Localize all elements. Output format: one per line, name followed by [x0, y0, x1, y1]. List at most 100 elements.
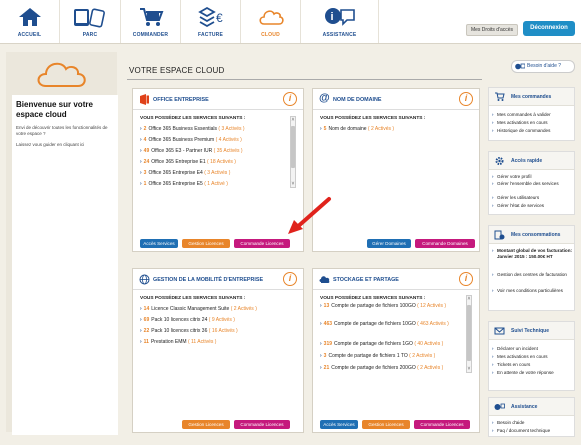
service-name: Office 365 Business Premium [148, 137, 215, 143]
globe-icon [139, 274, 150, 285]
nav-facture[interactable]: € FACTURE [181, 0, 241, 43]
sidebar-link[interactable]: Gestion des centres de facturation [492, 272, 573, 278]
block-header[interactable]: Accès rapide [489, 152, 574, 170]
service-item[interactable]: › 49 Office 365 E3 - Partner IUR ( 35 Acti… [140, 148, 243, 154]
nav-accueil[interactable]: ACCUEIL [0, 0, 60, 43]
block-title: Mes commandes [511, 94, 552, 100]
sidebar-link[interactable]: Mes activations en cours [492, 354, 573, 360]
acces-services-button[interactable]: Accès Services [320, 420, 358, 429]
sidebar-link[interactable]: Faq / document technique [492, 428, 573, 434]
info-icon[interactable]: i [459, 272, 473, 286]
sidebar-link[interactable]: Besoin d'aide [492, 420, 573, 426]
chevron-right-icon: › [140, 306, 142, 312]
info-icon[interactable]: i [283, 272, 297, 286]
sidebar-link[interactable]: Tickets en cours [492, 362, 573, 368]
service-count: 22 [143, 328, 150, 334]
block-header[interactable]: Suivi Technique [489, 322, 574, 340]
service-activated: ( 4 Activés ) [215, 137, 242, 143]
scroll-up-icon[interactable]: ˄ [291, 117, 295, 123]
service-count: 2 [143, 126, 147, 132]
card-subtitle: VOUS POSSÉDEZ LES SERVICES SUIVANTS : [320, 296, 426, 301]
scrollbar[interactable]: ˄ ˅ [290, 116, 296, 188]
block-title: Mes consommations [511, 232, 561, 238]
service-item[interactable]: › 13 Compte de partage de fichiers 100GO (… [320, 303, 465, 309]
nav-cloud[interactable]: CLOUD [241, 0, 301, 43]
scroll-thumb[interactable] [467, 305, 471, 361]
sidebar-link[interactable]: Historique de commandes [492, 128, 573, 134]
sidebar-link[interactable]: Gérer l'état de services [492, 203, 573, 209]
chevron-right-icon: › [140, 328, 142, 334]
info-icon[interactable]: i [283, 92, 297, 106]
service-name: Nom de domaine [328, 126, 367, 132]
top-navigation: ACCUEIL PARC COMMANDER € FACTURE CLOUD i… [0, 0, 581, 44]
block-header[interactable]: Assistance [489, 398, 574, 416]
card-title: STOCKAGE ET PARTAGE [333, 277, 399, 283]
service-item[interactable]: › 69 Pack 10 licences citrix 24 ( 9 Activé… [140, 317, 235, 323]
help-button[interactable]: Besoin d'aide ? [511, 60, 575, 73]
nav-parc-label: PARC [82, 32, 98, 38]
card-header: GESTION DE LA MOBILITÉ D'ENTREPRISE i [133, 269, 303, 290]
gestion-licences-button[interactable]: Gestion Licences [182, 239, 230, 248]
gestion-licences-button[interactable]: Gestion Licences [182, 420, 230, 429]
title-divider [127, 79, 482, 80]
sidebar-link[interactable]: Mes activations en cours [492, 120, 573, 126]
block-suivi-technique: Suivi Technique Déclarer un incident Mes… [488, 321, 575, 391]
nav-assistance[interactable]: i ASSISTANCE [301, 0, 379, 43]
block-assistance: Assistance Besoin d'aide Faq / document … [488, 397, 575, 437]
deconnexion-button[interactable]: Déconnexion [523, 21, 575, 36]
scroll-down-icon[interactable]: ˅ [291, 181, 295, 187]
service-item[interactable]: › 21 Compte de partage de fichiers 200GO (… [320, 365, 443, 371]
service-item[interactable]: › 319 Compte de partage de fichiers 1GO ( … [320, 341, 443, 347]
welcome-guide-link[interactable]: Laissez vous guider en cliquant ici [16, 142, 114, 148]
service-count: 3 [143, 170, 147, 176]
service-item[interactable]: › 1 Office 365 Entreprise E5 ( 1 Activé ) [140, 181, 228, 187]
sidebar-link[interactable]: En attente de votre réponse [492, 370, 573, 376]
service-activated: ( 463 Activés ) [417, 321, 449, 327]
service-item[interactable]: › 5 Nom de domaine ( 2 Activés ) [320, 126, 394, 132]
welcome-box[interactable]: Bienvenue sur votre espace cloud Envi de… [12, 95, 118, 435]
info-icon[interactable]: i [459, 92, 473, 106]
nav-commander[interactable]: COMMANDER [121, 0, 181, 43]
service-item[interactable]: › 11 Prestation EMM ( 11 Activés ) [140, 339, 216, 345]
sidebar-link[interactable]: Mes commandes à valider [492, 112, 573, 118]
block-header[interactable]: Mes commandes [489, 88, 574, 106]
nav-parc[interactable]: PARC [60, 0, 121, 43]
service-item[interactable]: › 22 Pack 10 licences citrix 36 ( 16 Activ… [140, 328, 238, 334]
commande-licences-button[interactable]: Commande Licences [414, 420, 470, 429]
block-header[interactable]: Mes consommations [489, 226, 574, 244]
service-item[interactable]: › 24 Office 365 Entreprise E1 ( 18 Activés… [140, 159, 236, 165]
service-item[interactable]: › 463 Compte de partage de fichiers 10GO (… [320, 321, 465, 327]
commande-domaines-button[interactable]: Commande Domaines [415, 239, 475, 248]
cart-icon [495, 92, 505, 101]
at-sign-icon: @ [319, 92, 330, 104]
billing-amount[interactable]: Montant global de vos facturation: Janvi… [492, 248, 573, 259]
sidebar-link[interactable]: Voir mes conditions particulières [492, 288, 573, 294]
sidebar-link[interactable]: Gérer votre profil [492, 174, 573, 180]
commande-licences-button[interactable]: Commande Licences [234, 420, 290, 429]
chevron-right-icon: › [320, 126, 322, 132]
service-item[interactable]: › 2 Office 365 Business Essentials ( 3 Act… [140, 126, 245, 132]
block-title: Suivi Technique [511, 328, 549, 334]
sidebar-link[interactable]: Gérer les utilisateurs [492, 195, 573, 201]
sidebar-link[interactable]: Gérer l'ensemble des services [492, 181, 573, 187]
scroll-thumb[interactable] [291, 126, 295, 168]
gestion-licences-button[interactable]: Gestion Licences [362, 420, 410, 429]
gerer-domaines-button[interactable]: Gérer Domaines [367, 239, 411, 248]
service-name: Pack 10 licences citrix 24 [151, 317, 208, 323]
service-item[interactable]: › 4 Office 365 Business Premium ( 4 Activé… [140, 137, 242, 143]
scrollbar[interactable]: ˄ ˅ [466, 295, 472, 373]
service-count: 3 [323, 353, 327, 359]
droits-acces-button[interactable]: Mes Droits d'accès [466, 24, 518, 36]
acces-services-button[interactable]: Accès Services [140, 239, 178, 248]
nav-cloud-label: CLOUD [261, 32, 280, 38]
scroll-down-icon[interactable]: ˅ [467, 366, 471, 372]
service-count: 1 [143, 181, 147, 187]
service-item[interactable]: › 3 Office 365 Entreprise E4 ( 3 Activés ) [140, 170, 230, 176]
chevron-right-icon: › [320, 353, 322, 359]
sidebar-link[interactable]: Déclarer un incident [492, 346, 573, 352]
service-item[interactable]: › 3 Compte de partage de fichiers 1 TO ( 2… [320, 353, 435, 359]
service-item[interactable]: › 14 Licence Classic Management Suite ( 2 … [140, 306, 257, 312]
commande-licences-button[interactable]: Commande Licences [234, 239, 290, 248]
scroll-up-icon[interactable]: ˄ [467, 296, 471, 302]
card-subtitle: VOUS POSSÉDEZ LES SERVICES SUIVANTS : [140, 296, 246, 301]
